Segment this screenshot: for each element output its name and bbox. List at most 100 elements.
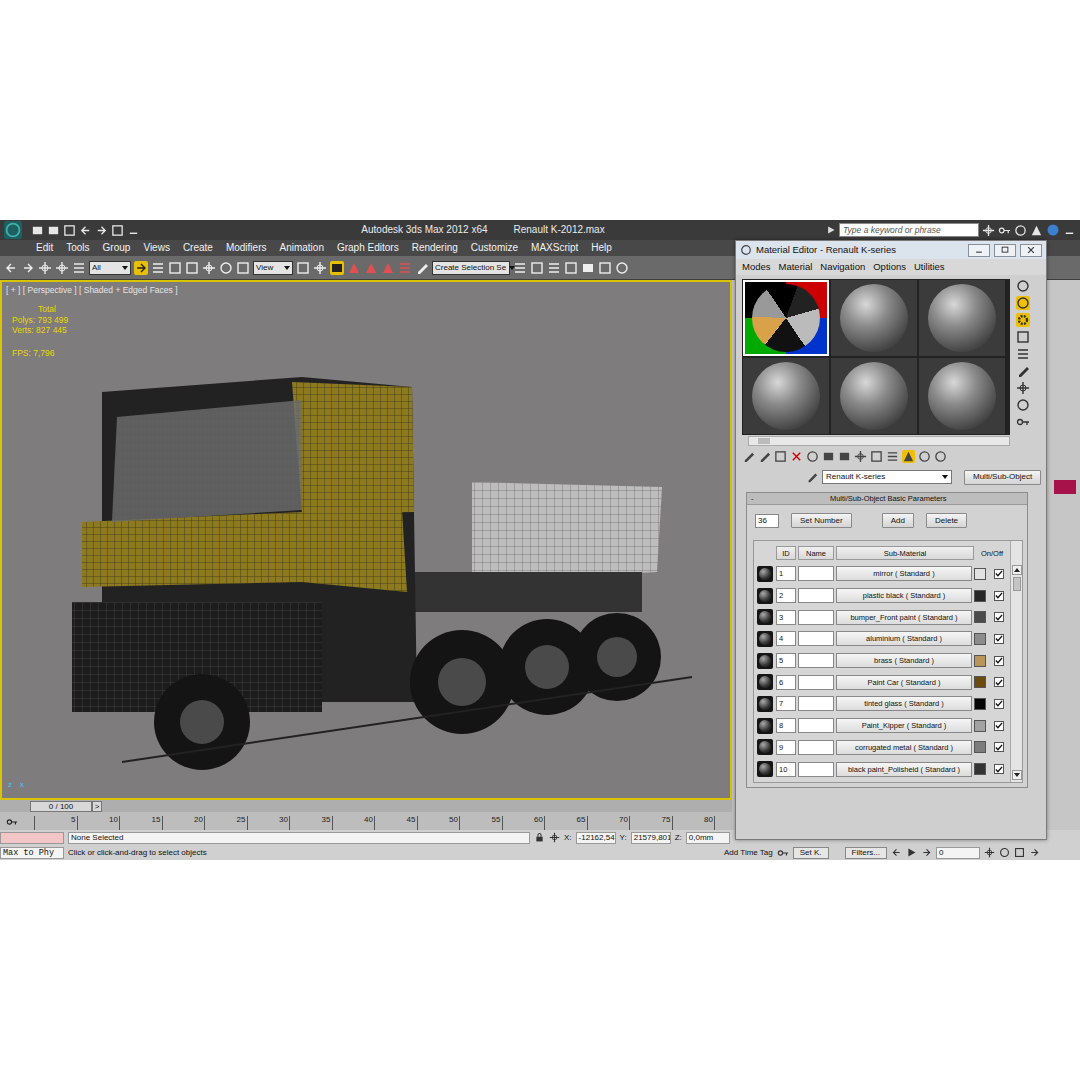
- material-preview-icon[interactable]: [757, 631, 773, 647]
- side-tool-7-icon[interactable]: [1016, 398, 1030, 412]
- edit-named-selection-icon[interactable]: [415, 261, 429, 275]
- color-swatch[interactable]: [974, 590, 986, 602]
- material-type-button[interactable]: Multi/Sub-Object: [964, 470, 1041, 485]
- on-off-checkbox[interactable]: [994, 591, 1004, 601]
- material-preview-icon[interactable]: [757, 718, 773, 734]
- menu-item[interactable]: Graph Editors: [337, 242, 399, 254]
- y-coordinate[interactable]: 21579,801: [631, 832, 671, 844]
- window-min-icon[interactable]: [1063, 224, 1076, 237]
- menu-item[interactable]: Options: [873, 261, 906, 272]
- color-swatch[interactable]: [974, 698, 986, 710]
- sub-material-button[interactable]: bumper_Front paint ( Standard ): [836, 610, 972, 625]
- sub-material-row[interactable]: 10 black paint_Polisheid ( Standard ): [756, 758, 1008, 780]
- material-id-field[interactable]: 5: [776, 653, 796, 668]
- material-name-input[interactable]: [798, 588, 834, 603]
- sub-material-button[interactable]: mirror ( Standard ): [836, 566, 972, 581]
- quick-access-1-icon[interactable]: [47, 224, 60, 237]
- render-tool-0-icon[interactable]: [513, 261, 527, 275]
- perspective-viewport[interactable]: [ + ] [ Perspective ] [ Shaded + Edged F…: [0, 280, 732, 800]
- viewport-nav-3-icon[interactable]: [1029, 847, 1040, 858]
- quick-access-3-icon[interactable]: [79, 224, 92, 237]
- snap-tool-1-icon[interactable]: [364, 261, 378, 275]
- sample-slot[interactable]: [743, 358, 829, 434]
- select-tool-4-icon[interactable]: [202, 261, 216, 275]
- window-maximize-button[interactable]: [994, 244, 1016, 257]
- sub-material-button[interactable]: Paint_Kipper ( Standard ): [836, 718, 972, 733]
- material-name-input[interactable]: [798, 740, 834, 755]
- material-name-input[interactable]: [798, 610, 834, 625]
- rollout-button[interactable]: Delete: [926, 513, 967, 528]
- current-frame[interactable]: 0: [936, 847, 980, 859]
- color-swatch[interactable]: [974, 720, 986, 732]
- side-tool-6-icon[interactable]: [1016, 381, 1030, 395]
- render-tool-6-icon[interactable]: [615, 261, 629, 275]
- time-slider-thumb[interactable]: 0 / 100: [30, 801, 92, 812]
- side-tool-4-icon[interactable]: [1016, 347, 1030, 361]
- material-name-input[interactable]: [798, 675, 834, 690]
- material-name-input[interactable]: [798, 653, 834, 668]
- maxscript-mini-listener[interactable]: Max to Phy: [0, 847, 64, 859]
- material-tool-3-icon[interactable]: [790, 450, 803, 463]
- material-name-input[interactable]: [798, 631, 834, 646]
- color-swatch[interactable]: [974, 763, 986, 775]
- sub-material-button[interactable]: black paint_Polisheid ( Standard ): [836, 762, 972, 777]
- rollout-button[interactable]: Set Number: [791, 513, 852, 528]
- menu-item[interactable]: Customize: [471, 242, 518, 254]
- rollout-button[interactable]: Add: [882, 513, 914, 528]
- side-tool-8-icon[interactable]: [1016, 415, 1030, 429]
- menu-item[interactable]: MAXScript: [531, 242, 578, 254]
- side-tool-5-icon[interactable]: [1016, 364, 1030, 378]
- search-field[interactable]: [839, 223, 979, 237]
- maxscript-listener-field[interactable]: [0, 832, 64, 844]
- menu-item[interactable]: Navigation: [820, 261, 865, 272]
- material-preview-icon[interactable]: [757, 588, 773, 604]
- select-tool-2-icon[interactable]: [168, 261, 182, 275]
- object-color-swatch[interactable]: [1054, 480, 1076, 494]
- max-logo-icon[interactable]: [4, 221, 22, 239]
- material-name-input[interactable]: [798, 696, 834, 711]
- side-tool-1-icon[interactable]: [1016, 296, 1030, 310]
- sub-material-row[interactable]: 5brass ( Standard ): [756, 650, 1008, 672]
- render-tool-4-icon[interactable]: [581, 261, 595, 275]
- sub-material-row[interactable]: 2plastic black ( Standard ): [756, 585, 1008, 607]
- set-key-button[interactable]: Set K.: [793, 847, 829, 859]
- pivot-tool-2-icon[interactable]: [330, 261, 344, 275]
- material-editor-window[interactable]: Material Editor - Renault K-seriesModesM…: [735, 240, 1047, 840]
- x-coordinate[interactable]: -12162,54: [576, 832, 616, 844]
- on-off-checkbox[interactable]: [994, 569, 1004, 579]
- material-tool-0-icon[interactable]: [742, 450, 755, 463]
- sub-material-row[interactable]: 3bumper_Front paint ( Standard ): [756, 606, 1008, 628]
- material-id-field[interactable]: 6: [776, 675, 796, 690]
- material-tool-9-icon[interactable]: [886, 450, 899, 463]
- sub-material-row[interactable]: 7tinted glass ( Standard ): [756, 693, 1008, 715]
- material-id-field[interactable]: 10: [776, 762, 796, 777]
- set-key-icon[interactable]: [777, 847, 789, 859]
- material-tool-5-icon[interactable]: [822, 450, 835, 463]
- z-coordinate[interactable]: 0,0mm: [686, 832, 730, 844]
- track-bar[interactable]: 5101520253035404550556065707580: [0, 812, 732, 830]
- scroll-thumb[interactable]: [758, 438, 770, 444]
- table-scrollbar[interactable]: [1010, 541, 1022, 782]
- quick-access-4-icon[interactable]: [95, 224, 108, 237]
- select-tool-0-icon[interactable]: [134, 261, 148, 275]
- scroll-up-button[interactable]: [1012, 565, 1022, 575]
- sub-material-row[interactable]: 8Paint_Kipper ( Standard ): [756, 715, 1008, 737]
- color-swatch[interactable]: [974, 741, 986, 753]
- material-name-input[interactable]: [798, 566, 834, 581]
- named-selection-set[interactable]: Create Selection Se: [432, 261, 510, 275]
- menu-item[interactable]: Group: [103, 242, 131, 254]
- window-minimize-button[interactable]: [968, 244, 990, 257]
- color-swatch[interactable]: [974, 655, 986, 667]
- info-center-1-icon[interactable]: [998, 224, 1011, 237]
- material-preview-icon[interactable]: [757, 674, 773, 690]
- scroll-thumb[interactable]: [1013, 577, 1021, 591]
- on-off-checkbox[interactable]: [994, 742, 1004, 752]
- select-tool-5-icon[interactable]: [219, 261, 233, 275]
- color-swatch[interactable]: [974, 676, 986, 688]
- sub-material-button[interactable]: Paint Car ( Standard ): [836, 675, 972, 690]
- material-editor-icon[interactable]: [740, 244, 752, 256]
- render-tool-2-icon[interactable]: [547, 261, 561, 275]
- render-tool-1-icon[interactable]: [530, 261, 544, 275]
- menu-item[interactable]: Animation: [279, 242, 323, 254]
- menu-item[interactable]: Material: [779, 261, 813, 272]
